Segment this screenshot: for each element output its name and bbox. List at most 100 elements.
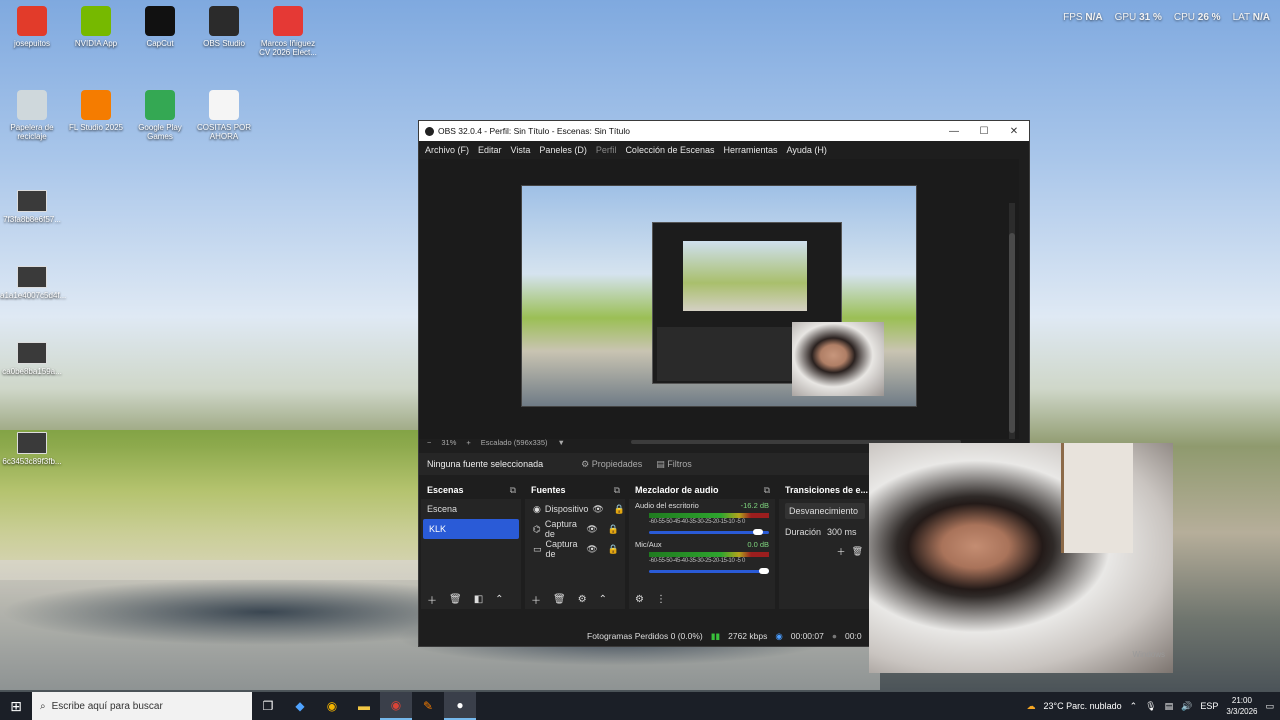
desktop-icon[interactable]: Papelera de reciclaje <box>0 90 64 141</box>
microphone-icon[interactable]: 🎙 <box>1145 701 1156 712</box>
volume-slider[interactable] <box>649 567 769 575</box>
network-icon[interactable]: ▤ <box>1165 701 1174 712</box>
desktop-icon-label: FL Studio 2025 <box>69 123 123 132</box>
lock-icon[interactable]: 🔒 <box>614 504 625 515</box>
scene-filter-icon[interactable]: ◧ <box>474 594 483 605</box>
maximize-button[interactable]: ☐ <box>969 126 999 137</box>
transition-select[interactable]: Desvanecimiento <box>785 503 865 519</box>
menu-item[interactable]: Ayuda (H) <box>787 145 827 155</box>
remove-scene-icon[interactable]: 🗑 <box>449 594 462 605</box>
no-source-label: Ninguna fuente seleccionada <box>427 459 544 469</box>
menu-item[interactable]: Colección de Escenas <box>625 145 714 155</box>
menu-item[interactable]: Vista <box>511 145 531 155</box>
lock-icon[interactable]: 🔒 <box>608 524 619 535</box>
start-button[interactable]: ⊞ <box>0 692 32 720</box>
scenes-dock: Escenas ⧉ Escena KLK ＋ 🗑 ◧ ⌃ <box>421 481 521 609</box>
zoom-out-button[interactable]: − <box>427 438 431 447</box>
filters-button[interactable]: ▤ Filtros <box>656 459 692 470</box>
menu-item[interactable]: Paneles (D) <box>539 145 587 155</box>
taskbar: ⊞ ⌕ Escribe aquí para buscar ❐ ◆ ◉ ▬ ◉ ✎… <box>0 692 1280 720</box>
language-indicator[interactable]: ESP <box>1200 701 1218 711</box>
obs-taskbar-icon[interactable]: ● <box>444 692 476 720</box>
volume-slider[interactable] <box>649 528 769 536</box>
mixer-menu-icon[interactable]: ⋮ <box>656 594 666 605</box>
menu-item[interactable]: Archivo (F) <box>425 145 469 155</box>
menu-bar: Archivo (F) Editar Vista Paneles (D) Perfil C… <box>419 141 1029 159</box>
move-up-icon[interactable]: ⌃ <box>599 594 607 605</box>
menu-item[interactable]: Herramientas <box>724 145 778 155</box>
record-icon: ◉ <box>775 630 783 641</box>
close-button[interactable]: ✕ <box>999 126 1029 137</box>
dock-menu-icon[interactable]: ⧉ <box>764 485 770 496</box>
copilot-icon[interactable]: ◆ <box>284 692 316 720</box>
chrome-icon[interactable]: ◉ <box>316 692 348 720</box>
desktop-icon[interactable]: 6c3453c89f3fb... <box>0 432 64 466</box>
scenes-header: Escenas <box>427 485 464 495</box>
dock-menu-icon[interactable]: ⧉ <box>614 485 620 496</box>
duration-field[interactable]: 300 ms <box>827 527 857 537</box>
desktop-icon-label: Google Play Games <box>138 123 182 141</box>
sources-header: Fuentes <box>531 485 566 495</box>
properties-button[interactable]: ⚙ Propiedades <box>581 459 642 470</box>
obs-titlebar[interactable]: OBS 32.0.4 - Perfil: Sin Título - Escena… <box>419 121 1029 141</box>
move-up-icon[interactable]: ⌃ <box>495 594 503 605</box>
visibility-icon[interactable]: 👁 <box>586 524 597 535</box>
taskbar-search[interactable]: ⌕ Escribe aquí para buscar <box>32 692 252 720</box>
visibility-icon[interactable]: 👁 <box>586 544 597 555</box>
scale-dropdown-icon[interactable]: ▼ <box>558 438 565 447</box>
clock-time: 21:00 <box>1231 696 1252 705</box>
slider-knob[interactable] <box>753 529 763 535</box>
desktop-icon[interactable]: a1a1e4007c5d4f... <box>0 266 66 300</box>
menu-item[interactable]: Perfil <box>596 145 617 155</box>
desktop-icon[interactable]: 7f3fa8b8e6f57... <box>0 190 64 224</box>
chrome-profile-icon[interactable]: ◉ <box>380 692 412 720</box>
preview-scrollbar[interactable] <box>1009 203 1015 439</box>
visibility-icon[interactable]: 👁 <box>592 504 603 515</box>
desktop-icon[interactable]: COSITAS POR AHORA <box>192 90 256 141</box>
source-settings-icon[interactable]: ⚙ <box>578 594 587 605</box>
desktop-icon[interactable]: Marcos Iñiguez CV 2026 Elect... <box>256 6 320 57</box>
remove-source-icon[interactable]: 🗑 <box>553 594 566 605</box>
preview-area[interactable] <box>419 159 1019 439</box>
dock-menu-icon[interactable]: ⧉ <box>510 485 516 496</box>
weather-text[interactable]: 23°C Parc. nublado <box>1043 701 1121 711</box>
search-icon: ⌕ <box>40 700 46 712</box>
lock-icon[interactable]: 🔒 <box>608 544 619 555</box>
minimize-button[interactable]: — <box>939 126 969 137</box>
mixer-settings-icon[interactable]: ⚙ <box>635 594 644 605</box>
desktop-icon[interactable]: ca0be8ba159a... <box>0 342 64 376</box>
obs-logo-icon <box>425 126 434 136</box>
desktop-icon[interactable]: josepuitos <box>0 6 64 48</box>
preview-canvas[interactable] <box>521 185 917 407</box>
source-item[interactable]: ◉ Dispositivo 👁 🔒 <box>525 499 625 519</box>
scale-label: Escalado (596x335) <box>480 437 548 447</box>
remove-transition-icon[interactable]: 🗑 <box>852 546 863 557</box>
tray-overflow-icon[interactable]: ⌃ <box>1130 701 1138 712</box>
file-explorer-icon[interactable]: ▬ <box>348 692 380 720</box>
task-view-icon[interactable]: ❐ <box>252 692 284 720</box>
nested-webcam <box>792 322 884 396</box>
desktop-icon[interactable]: FL Studio 2025 <box>64 90 128 132</box>
desktop-icon[interactable]: Google Play Games <box>128 90 192 141</box>
source-toolbar: Ninguna fuente seleccionada ⚙ Propiedade… <box>419 453 869 475</box>
volume-icon[interactable]: 🔊 <box>1181 701 1192 712</box>
fl-studio-taskbar-icon[interactable]: ✎ <box>412 692 444 720</box>
add-scene-icon[interactable]: ＋ <box>427 592 437 607</box>
performance-overlay: FPS N/A GPU 31 % CPU 26 % LAT N/A <box>1063 12 1270 23</box>
slider-knob[interactable] <box>759 568 769 574</box>
desktop-icon[interactable]: OBS Studio <box>192 6 256 48</box>
source-item[interactable]: ▭ Captura de 👁 🔒 <box>525 539 625 559</box>
source-item[interactable]: ⌬ Captura de 👁 🔒 <box>525 519 625 539</box>
weather-icon[interactable]: ☁ <box>1026 701 1035 712</box>
menu-item[interactable]: Editar <box>478 145 502 155</box>
add-source-icon[interactable]: ＋ <box>531 592 541 607</box>
scene-item[interactable]: Escena <box>421 499 521 519</box>
add-transition-icon[interactable]: ＋ <box>837 545 846 558</box>
notifications-icon[interactable]: ▭ <box>1265 701 1274 712</box>
zoom-in-button[interactable]: + <box>466 438 470 447</box>
desktop-icon-label: CapCut <box>146 39 174 48</box>
clock[interactable]: 21:00 3/3/2026 <box>1226 695 1257 717</box>
desktop-icon[interactable]: CapCut <box>128 6 192 48</box>
desktop-icon[interactable]: NVIDIA App <box>64 6 128 48</box>
scene-item[interactable]: KLK <box>423 519 519 539</box>
